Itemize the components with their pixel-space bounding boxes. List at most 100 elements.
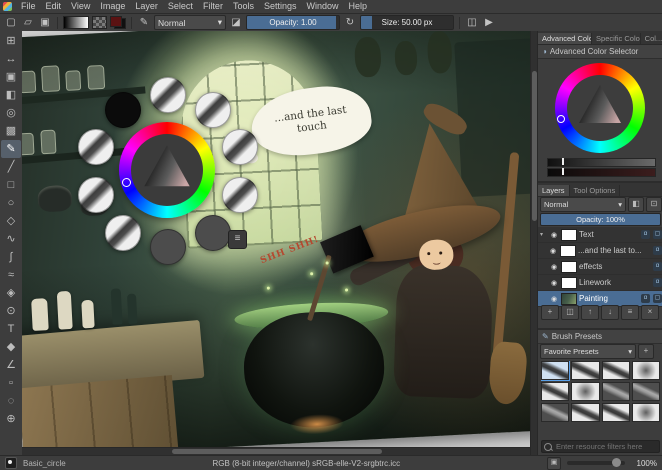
pattern-chooser[interactable] [92,16,107,29]
brush-preset-circle[interactable] [195,92,231,128]
size-slider[interactable]: Size: 50.00 px [360,15,454,30]
tab-layers[interactable]: Layers [538,185,570,196]
layer-row-linework[interactable]: ◉ Linework α [538,275,662,291]
popup-color-wheel[interactable] [119,122,215,218]
fg-bg-color-swatch[interactable] [110,16,126,29]
alpha-badge[interactable]: α [653,262,662,271]
visibility-eye-icon[interactable]: ◉ [549,279,559,287]
menu-edit[interactable]: Edit [41,0,67,13]
menu-view[interactable]: View [66,0,95,13]
brush-preset-tile[interactable] [602,382,630,401]
move-layer-down-button[interactable]: ↓ [601,305,619,320]
layer-badge[interactable]: ▢ [653,230,662,239]
brush-preset-circle[interactable] [222,177,258,213]
brush-preset-tile[interactable] [602,361,630,380]
multibrush-tool-icon[interactable]: ⊙ [1,302,21,320]
brush-preset-circle[interactable] [150,77,186,113]
polyline-tool-icon[interactable]: ∿ [1,230,21,248]
resource-search-input[interactable] [554,441,657,452]
value-slider-2[interactable] [547,168,656,177]
layer-badge[interactable]: ▢ [653,294,662,303]
save-document-button[interactable]: ▣ [38,16,52,30]
rect-select-tool-icon[interactable]: ▫ [1,374,21,392]
menu-tools[interactable]: Tools [228,0,259,13]
alpha-badge[interactable]: α [641,294,650,303]
visibility-eye-icon[interactable]: ◉ [549,231,559,239]
canvas-only-button[interactable]: ▣ [547,457,561,470]
menu-image[interactable]: Image [95,0,130,13]
line-tool-icon[interactable]: ╱ [1,158,21,176]
current-brush-icon[interactable] [5,457,17,469]
delete-layer-button[interactable]: × [641,305,659,320]
text-tool-icon[interactable]: T [1,320,21,338]
layer-filter-button[interactable]: ◧ [628,197,644,212]
tab-specific-color[interactable]: Specific Color... [592,33,641,44]
menu-window[interactable]: Window [301,0,343,13]
tab-advanced-color[interactable]: Advanced Color... [538,33,592,44]
brush-preset-tile[interactable] [571,403,599,422]
brush-preset-tile[interactable] [632,382,660,401]
wrap-around-button[interactable]: ▶ [482,16,496,30]
brush-preset-circle[interactable] [195,215,231,251]
horizontal-scrollbar-thumb[interactable] [172,449,382,454]
measure-tool-icon[interactable]: ∠ [1,356,21,374]
zoom-tool-icon[interactable]: ⊕ [1,410,21,428]
open-document-button[interactable]: ▱ [21,16,35,30]
add-layer-button[interactable]: + [541,305,559,320]
polygon-tool-icon[interactable]: ◇ [1,212,21,230]
transform-tool-icon[interactable]: ⊞ [1,32,21,50]
brush-preset-circle[interactable] [105,215,141,251]
brush-preset-tile[interactable] [632,403,660,422]
rectangle-tool-icon[interactable]: □ [1,176,21,194]
popup-menu-button[interactable]: ≡ [228,230,247,249]
alpha-badge[interactable]: α [653,246,662,255]
pattern-tool-icon[interactable]: ▩ [1,122,21,140]
gradient-tool-icon[interactable]: ◧ [1,86,21,104]
eraser-mode-button[interactable]: ◪ [229,16,243,30]
brush-preset-tile[interactable] [571,361,599,380]
duplicate-layer-button[interactable]: ◫ [561,305,579,320]
freehand-brush-tool-icon[interactable]: ✎ [1,140,21,158]
layer-blending-dropdown[interactable]: Normal ▾ [540,197,626,212]
dynamic-brush-tool-icon[interactable]: ◈ [1,284,21,302]
ellipse-tool-icon[interactable]: ○ [1,194,21,212]
layer-view-button[interactable]: ⊡ [646,197,662,212]
layer-opacity-slider[interactable]: Opacity: 100% [540,213,661,226]
brush-preset-tile[interactable] [602,403,630,422]
color-sampler-tool-icon[interactable]: ◎ [1,104,21,122]
preset-filter-dropdown[interactable]: Favorite Presets ▾ [540,344,636,359]
brush-preset-tile[interactable] [632,361,660,380]
bezier-tool-icon[interactable]: ∫ [1,248,21,266]
menu-help[interactable]: Help [344,0,373,13]
menu-settings[interactable]: Settings [259,0,302,13]
new-document-button[interactable]: ▢ [4,16,18,30]
layer-row-bubble-text[interactable]: ◉ ...and the last to... α [538,243,662,259]
docker-color-wheel[interactable] [555,63,645,153]
zoom-slider-knob[interactable] [612,458,621,467]
brush-preset-circle[interactable] [78,177,114,213]
freehand-path-tool-icon[interactable]: ≈ [1,266,21,284]
menu-select[interactable]: Select [163,0,198,13]
move-layer-up-button[interactable]: ↑ [581,305,599,320]
menu-layer[interactable]: Layer [130,0,163,13]
layer-row-text[interactable]: ▾ ◉ Text α ▢ [538,227,662,243]
add-tag-button[interactable]: + [638,344,654,359]
alpha-badge[interactable]: α [641,230,650,239]
alpha-badge[interactable]: α [653,278,662,287]
value-slider-1[interactable] [547,158,656,167]
menu-filter[interactable]: Filter [198,0,228,13]
brush-editor-button[interactable]: ✎ [137,16,151,30]
opacity-slider[interactable]: Opacity: 1.00 [246,15,340,30]
tab-col[interactable]: Col... [641,33,662,44]
blending-mode-dropdown[interactable]: Normal ▾ [154,15,226,30]
fill-tool-icon[interactable]: ◆ [1,338,21,356]
menu-file[interactable]: File [16,0,41,13]
brush-preset-tile[interactable] [541,361,569,380]
crop-tool-icon[interactable]: ▣ [1,68,21,86]
layer-properties-button[interactable]: ≡ [621,305,639,320]
tab-tool-options[interactable]: Tool Options [570,185,621,196]
visibility-eye-icon[interactable]: ◉ [549,263,559,271]
brush-preset-tile[interactable] [541,382,569,401]
mirror-view-button[interactable]: ◫ [465,16,479,30]
zoom-slider[interactable] [567,461,625,465]
